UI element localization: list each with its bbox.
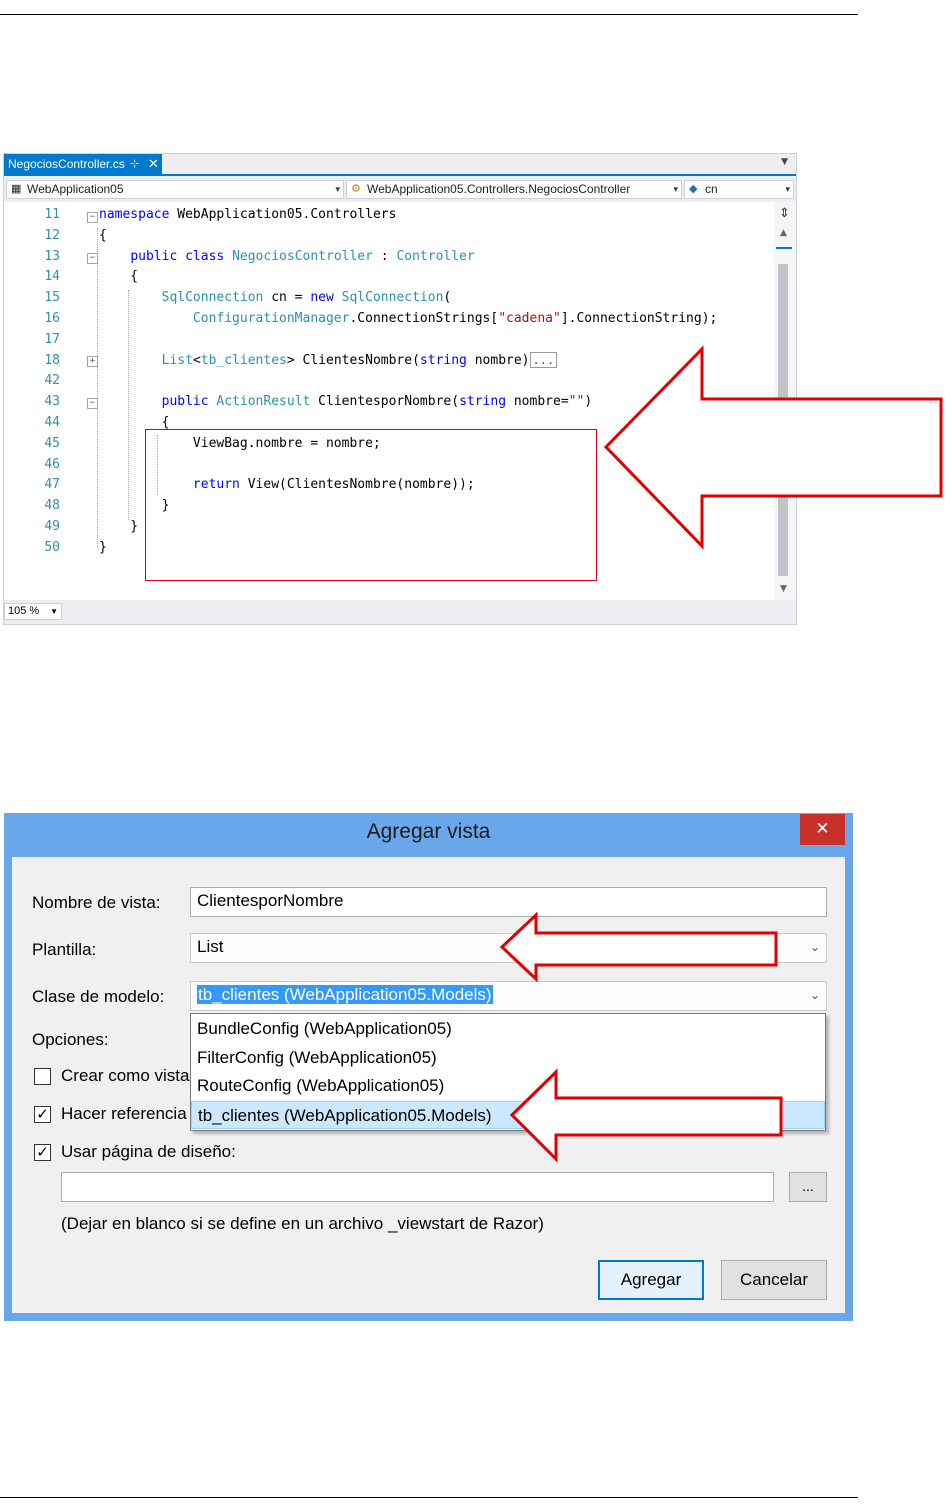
line-number: 44 bbox=[44, 415, 60, 430]
line-number: 18 bbox=[44, 352, 60, 368]
options-label: Opciones: bbox=[32, 1030, 109, 1049]
layout-path-input[interactable] bbox=[61, 1172, 774, 1202]
arrow-annotation bbox=[603, 345, 943, 550]
model-class-select[interactable]: tb_clientes (WebApplication05.Models) ⌄ bbox=[190, 981, 827, 1011]
code-line: public class NegociosController : Contro… bbox=[130, 248, 475, 264]
tab-label: NegociosController.cs bbox=[8, 157, 125, 171]
split-handle-icon[interactable]: ⇕ bbox=[779, 206, 790, 221]
page-top-rule bbox=[0, 14, 858, 15]
create-partial-label: Crear como vista bbox=[61, 1066, 190, 1085]
line-number: 45 bbox=[44, 435, 60, 451]
chevron-down-icon: ▾ bbox=[673, 184, 678, 194]
browse-button[interactable]: ... bbox=[789, 1172, 827, 1202]
line-number: 43 bbox=[44, 394, 60, 410]
code-line: } bbox=[99, 539, 107, 555]
use-layout-label: Usar página de diseño: bbox=[61, 1142, 236, 1161]
caret-position-marker bbox=[776, 247, 792, 249]
project-name: WebApplication05 bbox=[27, 182, 124, 196]
line-number: 42 bbox=[44, 373, 60, 389]
chevron-down-icon: ⌄ bbox=[809, 940, 820, 954]
line-number: 17 bbox=[44, 331, 60, 347]
zoom-level: 105 % bbox=[8, 605, 40, 617]
close-icon: ✕ bbox=[815, 819, 830, 839]
view-name-label: Nombre de vista: bbox=[32, 893, 161, 912]
line-number: 15 bbox=[44, 290, 60, 306]
layout-hint: (Dejar en blanco si se define en un arch… bbox=[61, 1214, 544, 1233]
arrow-annotation bbox=[509, 1068, 783, 1163]
collapse-toggle[interactable]: − bbox=[87, 398, 98, 409]
code-line: { bbox=[99, 415, 170, 430]
create-partial-checkbox[interactable] bbox=[34, 1068, 51, 1085]
line-number: 13 bbox=[44, 248, 60, 264]
zoom-dropdown[interactable]: 105 % ▼ bbox=[4, 603, 62, 620]
cancel-button[interactable]: Cancelar bbox=[721, 1260, 827, 1300]
code-line: ConfigurationManager.ConnectionStrings["… bbox=[192, 311, 718, 326]
highlight-box bbox=[145, 429, 597, 581]
line-number: 16 bbox=[44, 311, 60, 326]
chevron-down-icon: ▾ bbox=[785, 184, 790, 194]
pin-icon[interactable]: ⊹ bbox=[130, 154, 139, 174]
model-class-label: Clase de modelo: bbox=[32, 987, 165, 1006]
tab-overflow-dropdown-icon[interactable]: ▼ bbox=[781, 157, 788, 167]
editor-status-bar: 105 % ▼ bbox=[4, 601, 796, 623]
class-dropdown[interactable]: ⚙ WebApplication05.Controllers.NegociosC… bbox=[346, 180, 682, 199]
project-icon: ▦ bbox=[11, 183, 22, 195]
indent-guide bbox=[97, 228, 98, 548]
scroll-up-icon[interactable]: ▲ bbox=[780, 228, 787, 238]
close-button[interactable]: ✕ bbox=[800, 814, 845, 845]
chevron-down-icon: ▼ bbox=[50, 607, 58, 616]
add-button[interactable]: Agregar bbox=[598, 1260, 704, 1300]
model-class-value: tb_clientes (WebApplication05.Models) bbox=[197, 985, 493, 1004]
code-line: } bbox=[99, 519, 139, 534]
tab-negocios-controller[interactable]: NegociosController.cs ⊹ ✕ bbox=[4, 154, 162, 174]
dialog-title: Agregar vista bbox=[366, 820, 491, 843]
project-dropdown[interactable]: ▦ WebApplication05 ▾ bbox=[6, 180, 344, 199]
close-icon[interactable]: ✕ bbox=[148, 154, 159, 174]
model-option[interactable]: FilterConfig (WebApplication05) bbox=[191, 1044, 825, 1072]
line-number: 46 bbox=[44, 456, 60, 472]
use-layout-checkbox[interactable]: ✓ bbox=[34, 1144, 51, 1161]
chevron-down-icon: ▾ bbox=[335, 184, 340, 194]
view-name-value: ClientesporNombre bbox=[197, 891, 344, 910]
reference-scripts-label: Hacer referencia a bbox=[61, 1104, 201, 1123]
code-line: SqlConnection cn = new SqlConnection( bbox=[161, 290, 452, 306]
tab-strip: NegociosController.cs ⊹ ✕ ▼ bbox=[4, 154, 796, 176]
scroll-down-icon[interactable]: ▼ bbox=[780, 584, 787, 594]
expand-toggle[interactable]: + bbox=[87, 356, 98, 367]
template-label: Plantilla: bbox=[32, 940, 97, 959]
line-number: 47 bbox=[44, 477, 60, 493]
navigation-bar: ▦ WebApplication05 ▾ ⚙ WebApplication05.… bbox=[4, 178, 796, 200]
collapse-toggle[interactable]: − bbox=[87, 212, 98, 223]
template-value: List bbox=[197, 937, 224, 956]
line-number: 12 bbox=[44, 227, 60, 243]
line-number: 11 bbox=[44, 207, 60, 222]
page-bottom-rule bbox=[0, 1497, 858, 1498]
chevron-down-icon: ⌄ bbox=[809, 988, 820, 1002]
code-line: { bbox=[99, 269, 139, 285]
line-number: 48 bbox=[44, 498, 60, 514]
member-name: cn bbox=[705, 182, 718, 196]
line-number: 50 bbox=[44, 539, 60, 555]
reference-scripts-checkbox[interactable]: ✓ bbox=[34, 1106, 51, 1123]
code-line: { bbox=[99, 227, 107, 243]
line-number: 14 bbox=[44, 269, 60, 285]
line-number: 49 bbox=[44, 519, 60, 534]
collapse-toggle[interactable]: − bbox=[87, 253, 98, 264]
field-icon: ◆ bbox=[689, 183, 698, 195]
code-line: List<tb_clientes> ClientesNombre(string … bbox=[99, 351, 558, 368]
model-option[interactable]: BundleConfig (WebApplication05) bbox=[191, 1015, 825, 1043]
class-name: WebApplication05.Controllers.NegociosCon… bbox=[367, 182, 631, 196]
class-icon: ⚙ bbox=[351, 183, 361, 195]
code-line: namespace WebApplication05.Controllers bbox=[99, 207, 397, 222]
code-line: public ActionResult ClientesporNombre(st… bbox=[161, 394, 593, 410]
add-view-dialog: Agregar vista ✕ Nombre de vista: Cliente… bbox=[4, 813, 853, 1321]
arrow-annotation bbox=[499, 911, 778, 983]
member-dropdown[interactable]: ◆ cn ▾ bbox=[684, 180, 794, 199]
